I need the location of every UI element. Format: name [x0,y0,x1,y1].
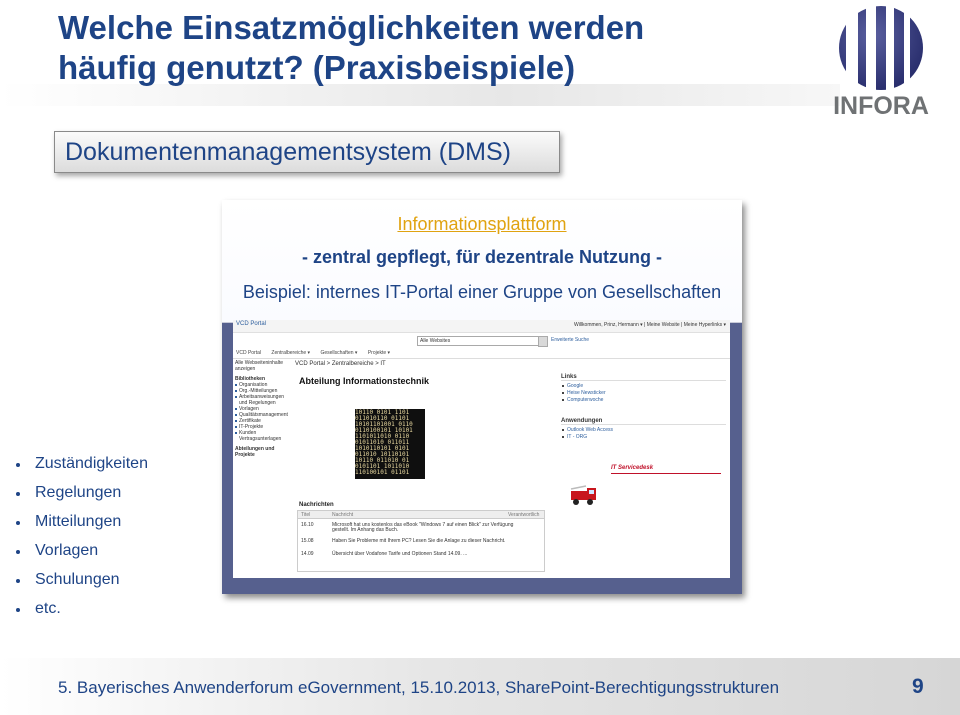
panel-subheading: - zentral gepflegt, für dezentrale Nutzu… [301,247,662,267]
use-case-item: Schulungen [14,571,148,600]
news-heading: Nachrichten [299,502,334,508]
portal-nav: VCD Portal Zentralbereiche ▾ Gesellschaf… [233,350,730,359]
news-row[interactable]: 14.09 Übersicht über Vodafone Tarife und… [298,551,544,562]
portal-screenshot: VCD Portal Willkommen, Prinz, Hermann ▾ … [233,320,730,578]
news-col-title: Titel [301,512,311,518]
use-case-item: Regelungen [14,484,148,513]
portal-nav-item[interactable]: Zentralbereiche ▾ [271,350,310,356]
link-item[interactable]: Computerwoche [561,397,726,404]
use-case-item: Mitteilungen [14,513,148,542]
news-date: 15.08 [301,538,314,544]
news-text: Microsoft hat uns kostenlos das eBook "W… [332,522,514,533]
fire-truck-icon [570,485,596,505]
news-text: Haben Sie Probleme mit Ihrem PC? Lesen S… [332,538,506,544]
slide-title-line2: häufig genutzt? (Praxisbeispiele) [58,49,576,86]
portal-advanced-search[interactable]: Erweiterte Suche [551,337,589,343]
slide-title-line1: Welche Einsatzmöglichkeiten werden [58,9,645,46]
links-heading: Links [561,374,726,381]
app-link[interactable]: IT - ORG [561,434,726,441]
news-date: 14.09 [301,551,314,557]
info-panel: Informationsplattform - zentral gepflegt… [222,200,742,594]
portal-left-nav: Alle Webseiteninhalte anzeigen Bibliothe… [233,360,289,540]
portal-right-column: Links Google Heise Newsticker Computerwo… [561,374,726,441]
binary-code-image: 10110 0101 1101 011010110 01101 10101101… [355,409,425,479]
use-case-list: Zuständigkeiten Regelungen Mitteilungen … [14,455,148,629]
portal-topbar: VCD Portal Willkommen, Prinz, Hermann ▾ … [233,320,730,333]
news-col-text: Nachricht [332,512,354,518]
slide-footer: 5. Bayerisches Anwenderforum eGovernment… [0,658,960,715]
news-list: Nachrichten Titel Nachricht Verantwortli… [297,502,545,572]
use-case-item: Zuständigkeiten [14,455,148,484]
link-item[interactable]: Heise Newsticker [561,390,726,397]
panel-header: Informationsplattform - zentral gepflegt… [222,200,742,323]
news-col-resp: Verantwortlich [508,512,540,518]
portal-nav-item[interactable]: Projekte ▾ [368,350,390,356]
dms-box: Dokumentenmanagementsystem (DMS) [54,131,560,173]
servicedesk-link[interactable]: IT Servicedesk [611,465,721,474]
news-text: Übersicht über Vodafone Tarife und Optio… [332,551,468,557]
use-case-item: etc. [14,600,148,629]
panel-heading: Informationsplattform [397,214,567,234]
portal-left-nav-item[interactable]: Alle Webseiteninhalte anzeigen [233,360,289,372]
news-row[interactable]: 15.08 Haben Sie Probleme mit Ihrem PC? L… [298,538,544,549]
search-icon[interactable] [538,336,548,347]
portal-search-scope[interactable]: Alle Websites [417,336,539,346]
footer-text: 5. Bayerisches Anwenderforum eGovernment… [58,678,780,697]
news-columns: Titel Nachricht Verantwortlich [298,511,544,519]
apps-heading: Anwendungen [561,418,726,425]
panel-example: Beispiel: internes IT-Portal einer Grupp… [242,282,722,302]
dms-label: Dokumentenmanagementsystem (DMS) [65,138,511,166]
news-date: 16.10 [301,522,314,528]
app-link[interactable]: Outlook Web Access [561,427,726,434]
portal-left-nav-item[interactable]: Arbeitsanweisungen und Regelungen [233,394,289,406]
portal-nav-item[interactable]: Gesellschaften ▾ [320,350,357,356]
slide-title: Welche Einsatzmöglichkeiten werden häufi… [58,8,798,88]
portal-nav-item[interactable]: VCD Portal [236,350,261,356]
portal-breadcrumb: VCD Portal > Zentralbereiche > IT [295,361,386,367]
department-title: Abteilung Informationstechnik [299,376,430,386]
page-number: 9 [912,675,924,698]
portal-left-nav-section[interactable]: Abteilungen und Projekte [233,446,289,458]
link-item[interactable]: Google [561,383,726,390]
portal-user-links: Willkommen, Prinz, Hermann ▾ | Meine Web… [573,322,726,328]
use-case-item: Vorlagen [14,542,148,571]
infora-logo: INFORA [833,2,929,120]
portal-left-nav-item[interactable]: Kunden Vertragsunterlagen [233,430,289,442]
binary-line: 110100101 01101 [355,469,410,476]
portal-brand: VCD Portal [236,321,267,327]
news-row[interactable]: 16.10 Microsoft hat uns kostenlos das eB… [298,522,544,533]
logo-text: INFORA [833,92,929,120]
